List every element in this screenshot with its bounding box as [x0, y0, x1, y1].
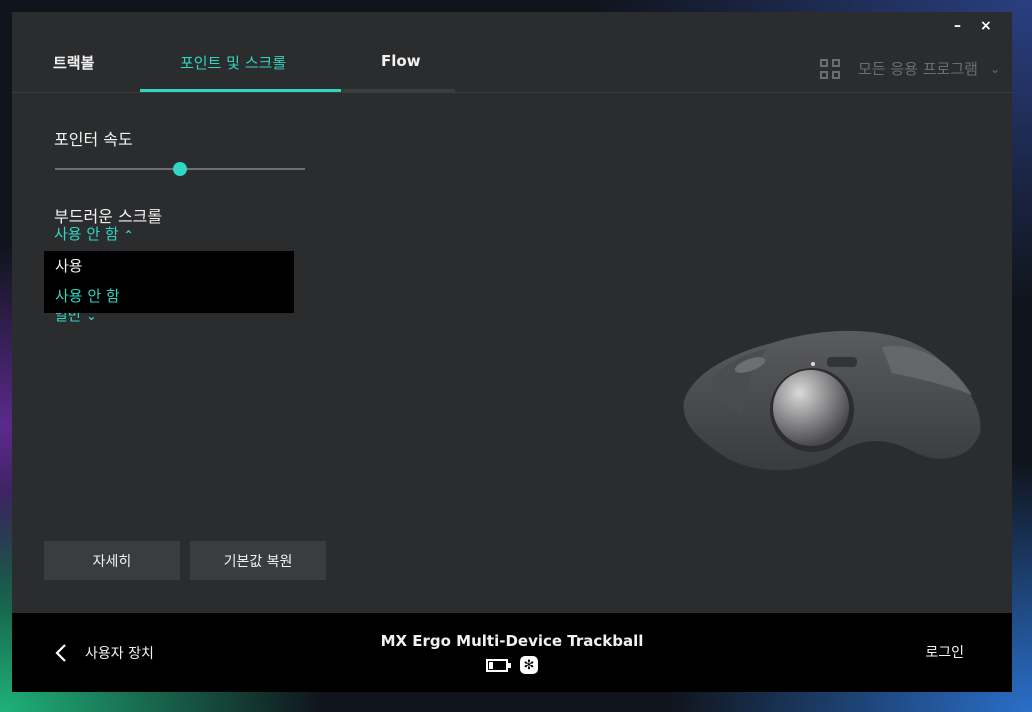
footer-bar: 사용자 장치 MX Ergo Multi-Device Trackball ✻ …: [12, 613, 1012, 692]
grid-icon: [820, 58, 840, 79]
details-button[interactable]: 자세히: [44, 541, 180, 580]
restore-defaults-button[interactable]: 기본값 복원: [190, 541, 326, 580]
tab-flow[interactable]: Flow: [381, 52, 421, 70]
pointer-speed-label: 포인터 속도: [54, 130, 133, 149]
device-name: MX Ergo Multi-Device Trackball: [380, 632, 644, 650]
chevron-up-icon: ⌃: [123, 228, 134, 242]
app-filter-label: 모든 응용 프로그램: [858, 60, 978, 78]
pointer-speed-slider-thumb[interactable]: [173, 162, 187, 176]
smooth-scroll-select[interactable]: 사용 안 함 ⌃: [54, 223, 134, 244]
tab-bar: 트랙볼 포인트 및 스크롤 Flow 모든 응용 프로그램 ⌄: [12, 12, 1012, 93]
battery-low-icon: [486, 658, 511, 672]
login-button[interactable]: 로그인: [925, 642, 964, 662]
smooth-scroll-selected-value: 사용 안 함: [54, 225, 119, 243]
dropdown-option-enable[interactable]: 사용: [55, 255, 83, 276]
chevron-down-icon: ⌄: [989, 61, 1000, 76]
app-filter[interactable]: 모든 응용 프로그램 ⌄: [820, 58, 1000, 79]
app-window: – × 트랙볼 포인트 및 스크롤 Flow 모든 응용 프로그램 ⌄ 포인터 …: [12, 12, 1012, 692]
trackball-mouse-image: [683, 330, 981, 471]
active-tab-indicator: [140, 89, 341, 92]
tab-trackball[interactable]: 트랙볼: [53, 52, 94, 73]
dropdown-option-disable[interactable]: 사용 안 함: [55, 285, 120, 306]
unifying-receiver-icon: ✻: [520, 656, 538, 674]
smooth-scroll-dropdown: 사용 사용 안 함: [44, 251, 294, 313]
tab-point-and-scroll[interactable]: 포인트 및 스크롤: [180, 52, 286, 73]
device-status: ✻: [486, 656, 538, 674]
